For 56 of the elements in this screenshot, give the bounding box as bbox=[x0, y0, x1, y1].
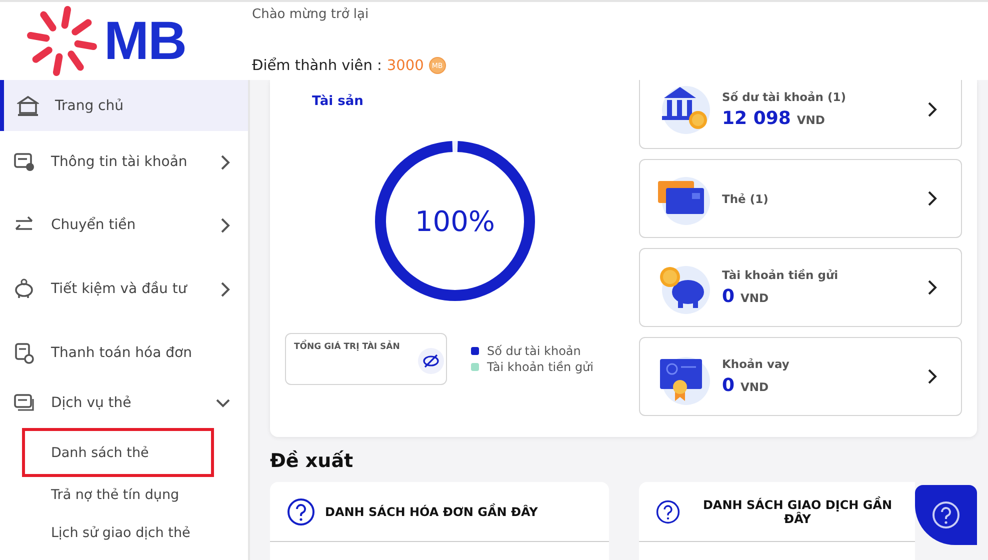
suggestion-card[interactable]: DANH SÁCH HÓA ĐƠN GẦN ĐÂY bbox=[270, 482, 609, 560]
piggy-bank-icon bbox=[13, 278, 35, 300]
currency-label: VND bbox=[740, 380, 769, 394]
sidebar-item[interactable]: Dịch vụ thẻ bbox=[0, 385, 248, 421]
asset-card[interactable]: Tài khoản tiền gửi 0 VND bbox=[639, 248, 962, 327]
card-title: Tài khoản tiền gửi bbox=[722, 268, 840, 282]
logo-text: MB bbox=[104, 10, 186, 72]
percent-label: 100% bbox=[414, 204, 496, 238]
star-logo-icon bbox=[26, 5, 98, 77]
card-icon bbox=[13, 392, 35, 414]
legend-label: Tài khoản tiền gửi bbox=[487, 360, 594, 374]
account-card-icon bbox=[13, 151, 35, 173]
sidebar-item[interactable]: Thông tin tài khoản bbox=[0, 131, 248, 193]
eye-hidden-icon bbox=[418, 348, 444, 374]
sidebar-item[interactable]: Chuyển tiền bbox=[0, 193, 248, 257]
chevron-right-icon bbox=[928, 280, 937, 295]
currency-label: VND bbox=[796, 113, 825, 127]
floating-help-button[interactable] bbox=[915, 485, 977, 545]
legend-label: Số dư tài khoản bbox=[487, 344, 581, 358]
bank-icon bbox=[17, 94, 39, 116]
card-title: Số dư tài khoản (1) bbox=[722, 90, 848, 104]
help-icon bbox=[287, 498, 315, 526]
points-value: 3000 bbox=[386, 58, 424, 74]
chevron-right-icon bbox=[928, 191, 937, 206]
asset-card[interactable]: Số dư tài khoản (1) 12 098 VND bbox=[639, 80, 962, 149]
submenu-item[interactable]: Lịch sử giao dịch thẻ bbox=[22, 515, 214, 551]
chevron-right-icon bbox=[928, 102, 937, 117]
help-icon bbox=[932, 501, 960, 529]
greeting-text: Chào mừng trở lại bbox=[252, 7, 370, 22]
chevron-right-icon bbox=[221, 154, 230, 170]
chevron-down-icon bbox=[216, 398, 230, 408]
amount-value: 0 bbox=[722, 375, 735, 396]
card-title: Thẻ (1) bbox=[722, 192, 770, 206]
help-icon bbox=[656, 498, 680, 526]
total-label: TỔNG GIÁ TRỊ TÀI SẢN bbox=[294, 342, 400, 352]
chevron-right-icon bbox=[221, 282, 230, 296]
section-heading: Đề xuất bbox=[270, 450, 354, 472]
points-label: Điểm thành viên : bbox=[252, 58, 382, 74]
asset-card[interactable]: Thẻ (1) bbox=[639, 159, 962, 238]
suggestion-card[interactable]: DANH SÁCH GIAO DỊCH GẦN ĐÂY bbox=[639, 482, 915, 560]
chevron-right-icon bbox=[928, 369, 937, 384]
card-title: DANH SÁCH HÓA ĐƠN GẦN ĐÂY bbox=[325, 504, 538, 518]
section-title: Tài sản bbox=[312, 94, 364, 109]
bill-icon bbox=[13, 342, 35, 364]
card-title: DANH SÁCH GIAO DỊCH GẦN ĐÂY bbox=[702, 498, 894, 526]
sidebar-item[interactable]: Trang chủ bbox=[0, 80, 248, 131]
submenu-item[interactable]: Danh sách thẻ bbox=[22, 428, 214, 477]
amount-value: 12 098 bbox=[722, 108, 791, 129]
sidebar-item[interactable]: Tiết kiệm và đầu tư bbox=[0, 257, 248, 321]
asset-card[interactable]: Khoản vay 0 VND bbox=[639, 337, 962, 416]
card-title: Khoản vay bbox=[722, 357, 790, 371]
chevron-right-icon bbox=[221, 218, 230, 232]
sidebar-item[interactable]: Thanh toán hóa đơn bbox=[0, 321, 248, 385]
submenu-item[interactable]: Trả nợ thẻ tín dụng bbox=[22, 479, 214, 511]
amount-value: 0 bbox=[722, 286, 735, 307]
currency-label: VND bbox=[740, 291, 769, 305]
